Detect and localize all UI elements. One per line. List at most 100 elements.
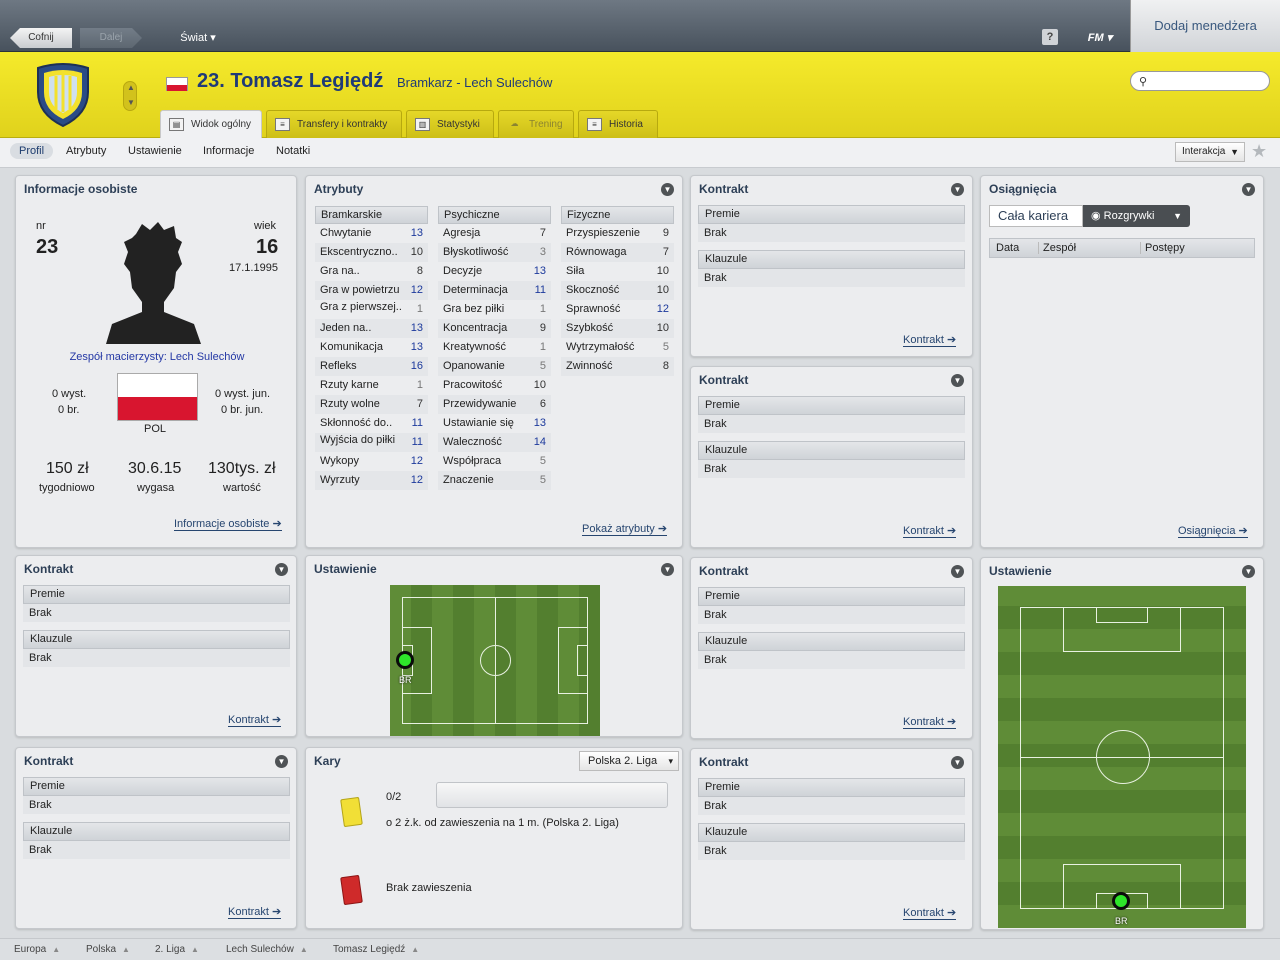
subnav-position[interactable]: Ustawienie	[128, 145, 182, 157]
col-date[interactable]: Data	[996, 242, 1019, 254]
contract-link[interactable]: Kontrakt ➔	[903, 334, 957, 347]
attribute-row[interactable]: Wyrzuty 12	[315, 471, 428, 490]
competitions-dropdown[interactable]: ◉ Rozgrywki ▼	[1083, 205, 1190, 227]
attribute-row[interactable]: Koncentracja 9	[438, 319, 551, 338]
panel-menu-icon[interactable]: ▼	[1242, 183, 1255, 196]
fm-menu[interactable]: FM ▾	[1080, 28, 1120, 48]
attribute-row[interactable]: Szybkość 10	[561, 319, 674, 338]
attribute-row[interactable]: Chwytanie 13	[315, 224, 428, 243]
attribute-row[interactable]: Rzuty wolne 7	[315, 395, 428, 414]
add-manager-button[interactable]: Dodaj menedżera	[1130, 0, 1280, 52]
show-attributes-link[interactable]: Pokaż atrybuty ➔	[582, 523, 668, 536]
clauses-header: Klauzule	[698, 441, 965, 460]
subnav-information[interactable]: Informacje	[203, 145, 254, 157]
attribute-value: 13	[533, 417, 546, 429]
career-tab[interactable]: Cała kariera	[989, 205, 1083, 227]
panel-menu-icon[interactable]: ▼	[951, 183, 964, 196]
attribute-row[interactable]: Refleks 16	[315, 357, 428, 376]
achievements-link[interactable]: Osiągnięcia ➔	[1178, 525, 1248, 538]
fm-logo: FM	[1087, 32, 1104, 44]
subnav-attributes[interactable]: Atrybuty	[66, 145, 106, 157]
panel-menu-icon[interactable]: ▼	[275, 755, 288, 768]
attribute-row[interactable]: Skłonność do.. 11	[315, 414, 428, 433]
contract-link[interactable]: Kontrakt ➔	[228, 906, 282, 919]
search-input[interactable]: ⚲	[1130, 71, 1270, 91]
panel-menu-icon[interactable]: ▼	[1242, 565, 1255, 578]
attribute-row[interactable]: Współpraca 5	[438, 452, 551, 471]
attribute-row[interactable]: Równowaga 7	[561, 243, 674, 262]
attribute-row[interactable]: Wytrzymałość 5	[561, 338, 674, 357]
attribute-row[interactable]: Gra w powietrzu 12	[315, 281, 428, 300]
nation-flag-icon[interactable]	[117, 373, 198, 421]
bonus-header: Premie	[698, 396, 965, 415]
breadcrumb-item[interactable]: Polska ▲	[86, 944, 130, 955]
breadcrumb-item[interactable]: 2. Liga ▲	[155, 944, 199, 955]
home-team-link[interactable]: Zespół macierzysty: Lech Sulechów	[16, 351, 298, 363]
tab-training[interactable]: ☁ Trening	[498, 110, 574, 138]
back-button[interactable]: Cofnij	[10, 28, 72, 48]
panel-menu-icon[interactable]: ▼	[661, 563, 674, 576]
arrow-right-icon: ➔	[1238, 525, 1248, 537]
breadcrumb-item[interactable]: Tomasz Legiędź ▲	[333, 944, 419, 955]
attribute-row[interactable]: Sprawność 12	[561, 300, 674, 319]
panel-menu-icon[interactable]: ▼	[275, 563, 288, 576]
world-menu[interactable]: Świat ▾	[168, 28, 228, 48]
attribute-name: Wykopy	[320, 455, 360, 467]
personal-info-link[interactable]: Informacje osobiste ➔	[174, 518, 282, 531]
attribute-row[interactable]: Ustawianie się 13	[438, 414, 551, 433]
attribute-row[interactable]: Opanowanie 5	[438, 357, 551, 376]
attribute-row[interactable]: Rzuty karne 1	[315, 376, 428, 395]
attribute-value: 9	[662, 227, 669, 239]
panel-menu-icon[interactable]: ▼	[951, 374, 964, 387]
attribute-row[interactable]: Błyskotliwość 3	[438, 243, 551, 262]
col-progress[interactable]: Postępy	[1140, 242, 1185, 254]
attribute-row[interactable]: Zwinność 8	[561, 357, 674, 376]
interaction-dropdown[interactable]: Interakcja ▼	[1175, 142, 1245, 162]
player-position-dot[interactable]	[1112, 892, 1130, 910]
tab-transfers[interactable]: ≡ Transfery i kontrakty	[266, 110, 402, 138]
panel-menu-icon[interactable]: ▼	[951, 565, 964, 578]
attribute-row[interactable]: Znaczenie 5	[438, 471, 551, 490]
attribute-row[interactable]: Gra bez piłki 1	[438, 300, 551, 319]
attribute-row[interactable]: Komunikacja 13	[315, 338, 428, 357]
help-button[interactable]: ?	[1042, 29, 1058, 45]
attribute-row[interactable]: Determinacja 11	[438, 281, 551, 300]
tab-stats[interactable]: ▥ Statystyki	[406, 110, 494, 138]
forward-button[interactable]: Dalej	[80, 28, 142, 48]
attribute-row[interactable]: Gra na.. 8	[315, 262, 428, 281]
breadcrumb-item[interactable]: Europa ▲	[14, 944, 60, 955]
attribute-row[interactable]: Wykopy 12	[315, 452, 428, 471]
attribute-row[interactable]: Decyzje 13	[438, 262, 551, 281]
panel-menu-icon[interactable]: ▼	[661, 183, 674, 196]
attribute-row[interactable]: Kreatywność 1	[438, 338, 551, 357]
subnav-notes[interactable]: Notatki	[276, 145, 310, 157]
contract-link[interactable]: Kontrakt ➔	[903, 907, 957, 920]
attribute-row[interactable]: Gra z pierwszej.. 1	[315, 300, 428, 319]
star-icon[interactable]: ★	[1251, 141, 1267, 162]
attribute-row[interactable]: Waleczność 14	[438, 433, 551, 452]
attribute-row[interactable]: Siła 10	[561, 262, 674, 281]
league-select[interactable]: Polska 2. Liga ▾	[579, 751, 679, 771]
attribute-row[interactable]: Wyjścia do piłki 11	[315, 433, 428, 452]
attribute-row[interactable]: Pracowitość 10	[438, 376, 551, 395]
attribute-row[interactable]: Skoczność 10	[561, 281, 674, 300]
attribute-row[interactable]: Agresja 7	[438, 224, 551, 243]
panel-menu-icon[interactable]: ▼	[951, 756, 964, 769]
tab-overview[interactable]: ▤ Widok ogólny	[160, 110, 262, 138]
contract-link[interactable]: Kontrakt ➔	[228, 714, 282, 727]
scroll-arrows-icon[interactable]: ▲ ▼	[123, 81, 137, 111]
attribute-row[interactable]: Ekscentryczno.. 10	[315, 243, 428, 262]
bonus-value: Brak	[23, 796, 290, 814]
breadcrumb-item[interactable]: Lech Sulechów ▲	[226, 944, 308, 955]
contract-link[interactable]: Kontrakt ➔	[903, 525, 957, 538]
player-role[interactable]: Bramkarz - Lech Sulechów	[397, 75, 552, 90]
subnav-profile[interactable]: Profil	[10, 143, 54, 159]
attribute-row[interactable]: Przewidywanie 6	[438, 395, 551, 414]
attribute-row[interactable]: Jeden na.. 13	[315, 319, 428, 338]
col-team[interactable]: Zespół	[1038, 242, 1076, 254]
player-position-dot[interactable]	[396, 651, 414, 669]
attribute-row[interactable]: Przyspieszenie 9	[561, 224, 674, 243]
contract-link[interactable]: Kontrakt ➔	[903, 716, 957, 729]
tab-history[interactable]: ≡ Historia	[578, 110, 658, 138]
competitions-label: Rozgrywki	[1103, 210, 1155, 222]
